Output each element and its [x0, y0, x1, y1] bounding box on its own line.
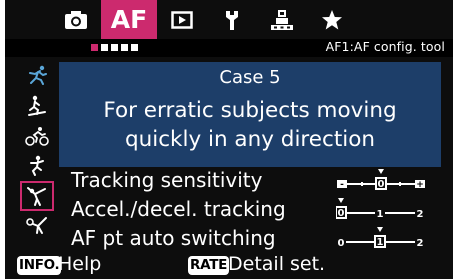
page-dot-2[interactable]: [101, 44, 108, 51]
case-title: Case 5: [219, 67, 281, 88]
star-icon: [322, 9, 342, 29]
runner-icon: [29, 65, 47, 85]
submenu-header: AF1:AF config. tool: [5, 39, 453, 57]
page-indicator: [91, 44, 138, 51]
case-description: For erratic subjects moving quickly in a…: [59, 96, 441, 154]
scale-label-0: 0: [338, 238, 345, 249]
menu-page-title: AF1:AF config. tool: [325, 39, 445, 54]
accel-decel-tracking-scale: 0 1 2: [336, 198, 425, 220]
scale-tick-1: [361, 182, 363, 186]
param-accel-decel-tracking[interactable]: Accel./decel. tracking 0 1 2: [71, 197, 441, 225]
scale-marker: [377, 227, 383, 232]
page-dot-3[interactable]: [111, 44, 118, 51]
param-label: Tracking sensitivity: [71, 168, 263, 192]
case-6[interactable]: [22, 212, 52, 238]
scale-marker: [338, 198, 344, 203]
custom-function-icon: [271, 9, 293, 30]
case-1[interactable]: [22, 62, 52, 88]
param-af-pt-auto-switching[interactable]: AF pt auto switching 0 1 2: [71, 226, 441, 254]
tab-playback[interactable]: [157, 0, 207, 39]
gymnast-icon: [27, 187, 46, 206]
tab-shooting[interactable]: [51, 0, 101, 39]
scale-label-min: -: [340, 180, 344, 190]
page-dot-5[interactable]: [131, 44, 138, 51]
scale-label-1: 1: [377, 237, 384, 248]
scale-tick-3: [399, 182, 401, 186]
wrench-icon: [226, 10, 238, 30]
scale-label-0: 0: [338, 208, 345, 219]
param-tracking-sensitivity[interactable]: Tracking sensitivity - 0 +: [71, 168, 441, 196]
playback-icon: [171, 10, 193, 29]
cyclist-icon: [25, 127, 49, 146]
scale-label-2: 2: [417, 238, 424, 249]
scale-label-center: 0: [378, 179, 385, 190]
tab-af-label: AF: [110, 5, 148, 34]
case-5[interactable]: [20, 181, 54, 211]
tab-af[interactable]: AF: [101, 0, 157, 39]
info-key-badge[interactable]: INFO.: [17, 256, 62, 275]
case-4[interactable]: [22, 153, 52, 179]
tracking-sensitivity-scale: - 0 +: [337, 169, 425, 190]
param-label: Accel./decel. tracking: [71, 197, 286, 221]
reaching-figure-icon: [26, 217, 47, 234]
scale-label-max: +: [416, 180, 424, 190]
case-3[interactable]: [22, 123, 52, 149]
case-description-line-1: For erratic subjects moving: [103, 98, 397, 123]
camera-menu-screen: AF AF1:AF config. tool Case 5 For errati…: [5, 0, 453, 279]
page-dot-1[interactable]: [91, 44, 98, 51]
menu-tab-bar: AF: [5, 0, 453, 39]
scale-label-2: 2: [417, 209, 424, 220]
help-bar: INFO. Help RATE Detail set.: [17, 253, 453, 279]
tab-setup[interactable]: [207, 0, 257, 39]
tab-my-menu[interactable]: [307, 0, 357, 39]
case-description-panel: Case 5 For erratic subjects moving quick…: [59, 62, 441, 167]
case-description-line-2: quickly in any direction: [124, 127, 376, 152]
skier-icon: [28, 95, 46, 116]
rate-key-badge[interactable]: RATE: [188, 256, 230, 275]
tab-custom-functions[interactable]: [257, 0, 307, 39]
jumper-icon: [30, 155, 44, 176]
camera-icon: [65, 10, 87, 29]
scale-label-1: 1: [377, 209, 384, 220]
page-dot-4[interactable]: [121, 44, 128, 51]
param-label: AF pt auto switching: [71, 226, 276, 250]
detail-set-label: Detail set.: [228, 253, 326, 275]
case-2[interactable]: [22, 93, 52, 119]
help-label: Help: [58, 253, 102, 275]
scale-marker: [378, 169, 384, 174]
af-pt-auto-switching-scale: 0 1 2: [336, 227, 425, 249]
